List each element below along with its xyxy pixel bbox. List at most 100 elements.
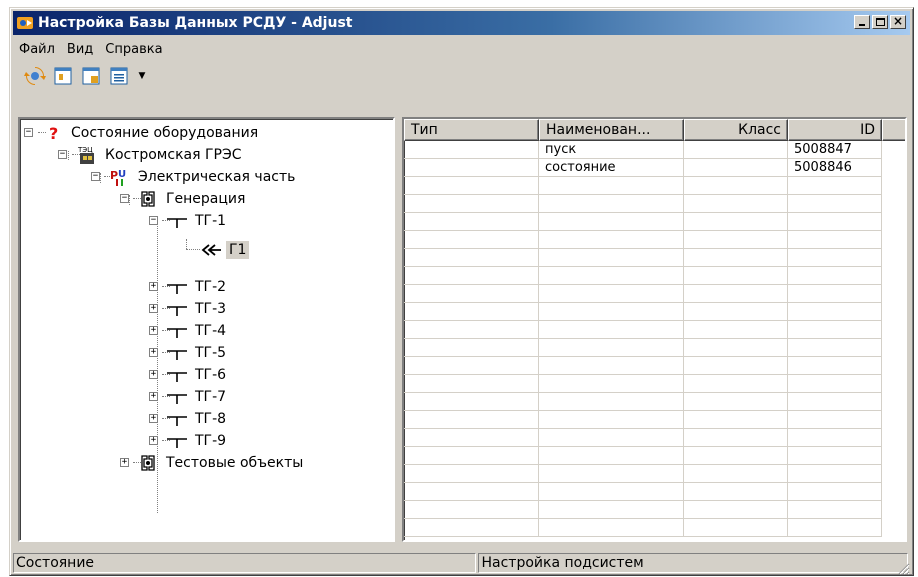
empty-cell [684,393,788,411]
empty-cell [684,195,788,213]
expand-toggle[interactable]: + [149,436,158,445]
menu-help[interactable]: Справка [99,42,168,57]
empty-cell [684,177,788,195]
tree-node-g1[interactable]: Г1 [200,239,250,261]
app-icon[interactable] [16,14,34,32]
tree-node-tg7[interactable]: ТГ-7 [166,386,229,408]
tree-node-tg6[interactable]: ТГ-6 [166,364,229,386]
collapse-toggle[interactable]: − [91,172,100,181]
empty-table-row [404,375,882,393]
tree-node-generation[interactable]: Генерация [137,188,248,210]
tree-node-tg9[interactable]: ТГ-9 [166,430,229,452]
empty-cell [788,249,882,267]
tree-node-tg2[interactable]: ТГ-2 [166,276,229,298]
empty-table-row [404,267,882,285]
empty-cell [404,303,539,321]
expand-toggle[interactable]: + [120,458,129,467]
tree-node-tg1[interactable]: ТГ-1 [166,210,229,232]
column-header-name[interactable]: Наименован... [539,119,684,141]
expand-toggle[interactable]: + [149,414,158,423]
empty-cell [684,357,788,375]
status-panel-state: Состояние [13,553,477,573]
empty-cell [404,249,539,267]
expand-toggle[interactable]: + [149,326,158,335]
empty-cell [684,303,788,321]
empty-cell [684,339,788,357]
refresh-button[interactable] [23,64,47,88]
close-button[interactable]: × [890,14,906,29]
tree-node-equipment-state[interactable]: ? Состояние оборудования [42,122,261,144]
new-item-button[interactable] [79,64,103,88]
tree-node-label-selected: Г1 [226,241,250,259]
empty-table-row [404,177,882,195]
svg-text:U: U [118,169,126,180]
column-header-id[interactable]: ID [788,119,882,141]
empty-table-row [404,393,882,411]
tree-node-tg4[interactable]: ТГ-4 [166,320,229,342]
cell-class [684,141,788,159]
title-bar[interactable]: Настройка Базы Данных РСДУ - Adjust × [13,11,910,35]
empty-cell [404,267,539,285]
tree-node-electrical[interactable]: P U Электрическая часть [109,166,298,188]
tree-guide-line [68,151,69,160]
turbine-icon [166,211,188,231]
table-row[interactable]: состояние 5008846 [404,159,882,177]
tree-node-tg5[interactable]: ТГ-5 [166,342,229,364]
empty-cell [404,321,539,339]
tree-node-label: ТГ-5 [195,345,227,361]
svg-text:?: ? [49,124,58,142]
menu-file[interactable]: Файл [13,42,61,57]
view-dropdown-button[interactable]: ▼ [135,64,149,88]
minimize-icon [859,24,865,26]
expand-toggle[interactable]: + [149,304,158,313]
empty-cell [539,519,684,537]
empty-cell [788,231,882,249]
expand-toggle[interactable]: + [149,370,158,379]
empty-cell [404,519,539,537]
collapse-toggle[interactable]: − [58,150,67,159]
resize-grip-icon[interactable] [896,561,910,575]
table-row[interactable]: пуск 5008847 [404,141,882,159]
empty-cell [539,321,684,339]
empty-cell [788,447,882,465]
details-list[interactable]: Тип Наименован... Класс ID пуск 5008847 … [402,117,907,542]
column-header-class[interactable]: Класс [684,119,788,141]
empty-cell [684,501,788,519]
empty-cell [404,339,539,357]
window-title: Настройка Базы Данных РСДУ - Adjust [38,15,353,31]
tree-guide-line [129,195,130,205]
collapse-toggle[interactable]: − [149,216,158,225]
minimize-button[interactable] [854,15,870,29]
tree-node-tg3[interactable]: ТГ-3 [166,298,229,320]
empty-cell [788,501,882,519]
collapse-toggle[interactable]: − [24,128,33,137]
tree-node-tg8[interactable]: ТГ-8 [166,408,229,430]
tree-node-test-objects[interactable]: Тестовые объекты [137,452,306,474]
empty-table-row [404,339,882,357]
app-window: Настройка Базы Данных РСДУ - Adjust × Фа… [9,7,914,576]
tree-node-label: ТГ-3 [195,301,227,317]
tree-panel[interactable]: − − − − − + + + + + + + + + ? Состояние … [18,117,395,542]
tree-guide-line [100,173,101,183]
properties-button[interactable] [51,64,75,88]
expand-toggle[interactable]: + [149,282,158,291]
expand-toggle[interactable]: + [149,348,158,357]
empty-cell [404,177,539,195]
expand-toggle[interactable]: + [149,392,158,401]
list-view-button[interactable] [107,64,131,88]
list-body: пуск 5008847 состояние 5008846 [404,141,905,540]
menu-view[interactable]: Вид [61,42,99,57]
menu-bar: Файл Вид Справка [13,39,910,59]
status-bar: Состояние Настройка подсистем [13,553,910,575]
empty-cell [404,429,539,447]
column-header-type[interactable]: Тип [404,119,539,141]
empty-cell [539,177,684,195]
empty-table-row [404,447,882,465]
maximize-button[interactable] [872,15,888,29]
empty-cell [404,483,539,501]
collapse-toggle[interactable]: − [120,194,129,203]
tree-node-kostroma[interactable]: ТЭЦ Костромская ГРЭС [76,144,245,166]
empty-table-row [404,285,882,303]
maximize-icon [876,18,885,26]
empty-table-row [404,429,882,447]
